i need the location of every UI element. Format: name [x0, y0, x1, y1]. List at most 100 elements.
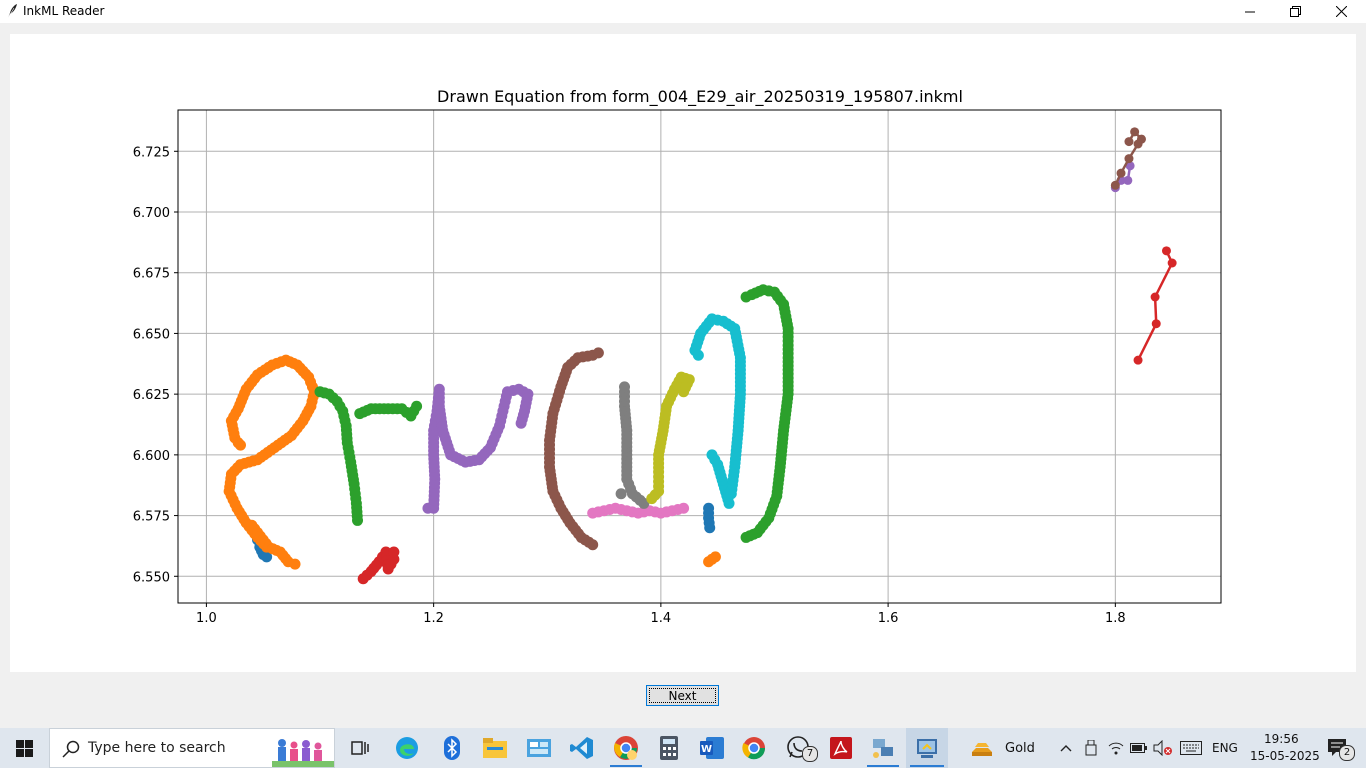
- edge-icon: [396, 737, 418, 759]
- stroke-series-8: [646, 371, 695, 505]
- x-tick-label: 1.2: [423, 611, 444, 626]
- y-tick-label: 6.725: [133, 145, 170, 160]
- minimize-icon: [1245, 11, 1255, 12]
- battery-icon: [1130, 743, 1147, 753]
- active-indicator: [867, 765, 899, 767]
- tray-battery[interactable]: [1129, 728, 1149, 768]
- taskbar-file-explorer[interactable]: [475, 728, 515, 768]
- stroke-point: [1133, 355, 1143, 365]
- stroke-point: [1123, 175, 1133, 185]
- stroke-point: [515, 417, 527, 429]
- stroke-series-10: [703, 502, 716, 534]
- language-indicator[interactable]: ENG: [1212, 741, 1238, 755]
- taskbar-calculator[interactable]: [649, 728, 689, 768]
- stroke-point: [619, 381, 631, 393]
- taskbar-vscode[interactable]: [562, 728, 602, 768]
- stroke-series-7: [615, 381, 650, 509]
- task-view-icon: [351, 741, 369, 755]
- windows-start-icon: [15, 739, 33, 757]
- stroke-point: [592, 347, 604, 359]
- gold-bars-icon: [972, 743, 992, 756]
- taskbar-python[interactable]: [906, 728, 948, 768]
- stroke-series-5: [544, 347, 604, 551]
- tray-keyboard[interactable]: [1178, 728, 1204, 768]
- network-app-icon: [873, 739, 893, 758]
- taskbar-acrobat[interactable]: [821, 728, 861, 768]
- control-panel-icon: [527, 739, 551, 757]
- stroke-line: [1136, 250, 1174, 361]
- equation-plot: Drawn Equation from form_004_E29_air_202…: [133, 87, 1222, 626]
- stroke-point: [1150, 292, 1160, 302]
- clock-time[interactable]: 19:56: [1264, 732, 1299, 746]
- figure-canvas: Drawn Equation from form_004_E29_air_202…: [10, 34, 1356, 672]
- close-button[interactable]: [1318, 0, 1364, 23]
- y-tick-label: 6.575: [133, 510, 170, 525]
- window-title: InkML Reader: [23, 4, 105, 18]
- stroke-point: [692, 349, 704, 361]
- tray-usb[interactable]: [1082, 728, 1100, 768]
- stroke-point: [289, 558, 301, 570]
- chrome-icon: [742, 737, 766, 760]
- stroke-point: [234, 439, 246, 451]
- notifications-button[interactable]: 2: [1318, 728, 1358, 768]
- title-bar: InkML Reader: [0, 0, 1366, 23]
- svg-text:W: W: [701, 744, 712, 755]
- stroke-point: [1124, 154, 1134, 164]
- stroke-point: [709, 551, 721, 563]
- x-tick-label: 1.8: [1105, 611, 1126, 626]
- stroke-point: [1110, 180, 1120, 190]
- stroke-point: [1116, 168, 1126, 178]
- stroke-point: [678, 502, 690, 514]
- task-view-button[interactable]: [340, 728, 380, 768]
- bluetooth-icon: [444, 736, 460, 760]
- calculator-icon: [660, 736, 678, 760]
- notification-count: 2: [1339, 745, 1355, 761]
- volume-muted-icon: [1153, 740, 1172, 756]
- gold-widget[interactable]: Gold: [970, 728, 1040, 768]
- stroke-series-2: [314, 386, 423, 526]
- gold-label: Gold: [1005, 740, 1035, 756]
- restore-button[interactable]: [1272, 0, 1318, 23]
- search-highlight-illustration: [272, 739, 334, 767]
- stroke-series-9: [689, 313, 746, 509]
- minimize-button[interactable]: [1227, 0, 1273, 23]
- search-box[interactable]: Type here to search: [49, 728, 335, 768]
- x-tick-label: 1.4: [651, 611, 672, 626]
- clock-date[interactable]: 15-05-2025: [1250, 749, 1320, 763]
- wifi-icon: [1108, 742, 1124, 755]
- tray-overflow-button[interactable]: [1057, 728, 1075, 768]
- y-tick-label: 6.550: [133, 570, 170, 585]
- active-indicator: [610, 765, 642, 767]
- taskbar-chrome-profile[interactable]: [606, 728, 646, 768]
- tray-volume[interactable]: [1152, 728, 1174, 768]
- taskbar-word[interactable]: W: [692, 728, 732, 768]
- y-tick-label: 6.600: [133, 449, 170, 464]
- stroke-point: [703, 502, 715, 514]
- stroke-point: [678, 386, 690, 398]
- stroke-series-1: [223, 354, 320, 570]
- taskbar-edge[interactable]: [387, 728, 427, 768]
- word-icon: W: [700, 737, 724, 759]
- y-tick-label: 6.700: [133, 206, 170, 221]
- taskbar-control-panel[interactable]: [519, 728, 559, 768]
- stroke-point: [314, 386, 326, 398]
- x-tick-label: 1.0: [196, 611, 217, 626]
- chrome-user-icon: [614, 736, 638, 760]
- taskbar-bluetooth[interactable]: [432, 728, 472, 768]
- python-icon: [917, 739, 937, 758]
- stroke-point: [1161, 246, 1171, 256]
- acrobat-icon: [830, 737, 852, 759]
- stroke-series-13: [1133, 246, 1177, 365]
- stroke-point: [740, 291, 752, 303]
- y-tick-label: 6.625: [133, 388, 170, 403]
- stroke-series-12: [740, 284, 794, 543]
- taskbar-whatsapp[interactable]: 7: [777, 728, 821, 768]
- start-button[interactable]: [0, 728, 48, 768]
- taskbar-network-app[interactable]: [863, 728, 903, 768]
- next-button[interactable]: Next: [646, 685, 719, 706]
- stroke-series-3: [357, 546, 400, 585]
- keyboard-icon: [1180, 741, 1202, 755]
- taskbar-chrome[interactable]: [734, 728, 774, 768]
- tray-wifi[interactable]: [1106, 728, 1126, 768]
- whatsapp-badge: 7: [802, 746, 818, 762]
